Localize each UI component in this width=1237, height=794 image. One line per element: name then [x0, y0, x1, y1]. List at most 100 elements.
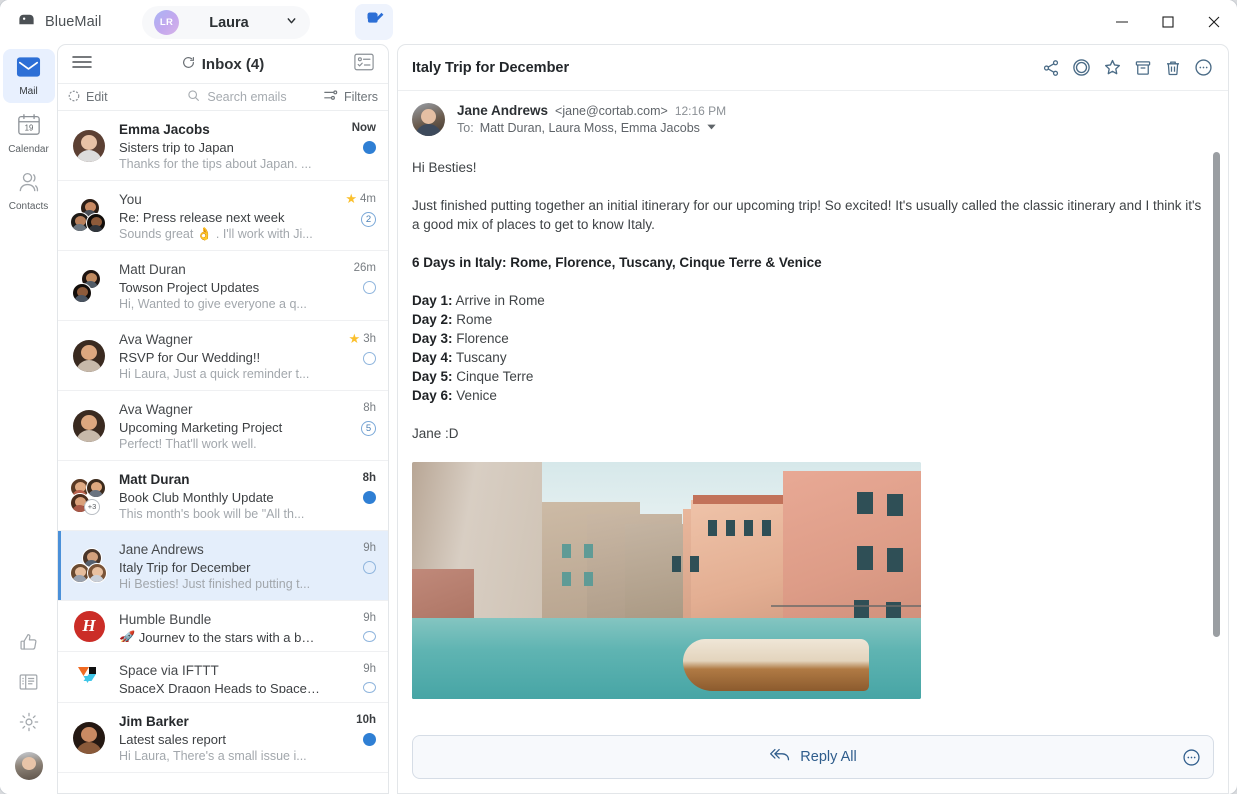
- reply-all-icon: [769, 747, 791, 768]
- message-list[interactable]: Emma Jacobs Sisters trip to Japan Thanks…: [58, 111, 388, 793]
- itinerary-place: Tuscany: [456, 350, 507, 365]
- sender-name: Matt Duran: [119, 471, 320, 488]
- window-controls: [1099, 0, 1237, 44]
- hamburger-icon[interactable]: [72, 55, 92, 74]
- list-item-meta: 10h: [330, 712, 376, 763]
- itinerary-day: Day 4:: [412, 350, 453, 365]
- read-indicator[interactable]: [363, 352, 376, 365]
- list-item[interactable]: You Re: Press release next week Sounds g…: [58, 181, 388, 251]
- thread-count-badge[interactable]: 5: [361, 421, 376, 436]
- reply-all-button[interactable]: Reply All: [412, 735, 1214, 779]
- subject: Sisters trip to Japan: [119, 139, 320, 155]
- brand: BlueMail: [0, 10, 101, 34]
- filters-button[interactable]: Filters: [324, 89, 378, 105]
- thread-count-badge[interactable]: 2: [361, 212, 376, 227]
- account-selector[interactable]: LR Laura: [142, 6, 310, 39]
- list-item[interactable]: +3 Matt Duran Book Club Monthly Update T…: [58, 461, 388, 531]
- sender-name: Matt Duran: [119, 261, 320, 278]
- gear-icon[interactable]: [18, 711, 40, 733]
- list-item-text: Emma Jacobs Sisters trip to Japan Thanks…: [119, 120, 320, 171]
- list-item[interactable]: Matt Duran Towson Project Updates Hi, Wa…: [58, 251, 388, 321]
- list-item[interactable]: Space via IFTTT SpaceX Dragon Heads to S…: [58, 652, 388, 703]
- maximize-button[interactable]: [1145, 0, 1191, 44]
- star-icon[interactable]: ★: [345, 192, 357, 205]
- unread-indicator[interactable]: [363, 491, 376, 504]
- chevron-down-icon: [285, 14, 298, 32]
- reply-all-label: Reply All: [800, 749, 856, 765]
- list-header: Inbox (4): [58, 45, 388, 83]
- contacts-icon: [16, 171, 41, 198]
- sidebar-item-calendar[interactable]: 19 Calendar: [3, 106, 55, 161]
- list-item-text: Humble Bundle 🚀 Journey to the stars wit…: [119, 610, 320, 642]
- venice-canal-photo: [412, 462, 921, 699]
- compose-button[interactable]: [355, 4, 393, 40]
- list-item[interactable]: Ava Wagner Upcoming Marketing Project Pe…: [58, 391, 388, 461]
- subject: Italy Trip for December: [119, 559, 320, 575]
- star-icon[interactable]: ★: [349, 332, 361, 345]
- list-item[interactable]: Jim Barker Latest sales report Hi Laura,…: [58, 703, 388, 773]
- sender-name: Humble Bundle: [119, 611, 320, 628]
- list-item[interactable]: Ava Wagner RSVP for Our Wedding!! Hi Lau…: [58, 321, 388, 391]
- body-signoff: Jane :D: [412, 424, 1202, 443]
- edit-button[interactable]: Edit: [68, 90, 150, 105]
- reply-bar: Reply All: [398, 727, 1228, 793]
- avatar-overflow-badge: +3: [84, 499, 100, 515]
- subject: Upcoming Marketing Project: [119, 419, 320, 435]
- list-item-meta: 8h 5: [330, 400, 376, 451]
- sidebar-item-mail[interactable]: Mail: [3, 49, 55, 103]
- timestamp: 9h: [363, 612, 376, 624]
- close-button[interactable]: [1191, 0, 1237, 44]
- body-heading: 6 Days in Italy: Rome, Florence, Tuscany…: [412, 253, 1202, 272]
- subject: Latest sales report: [119, 731, 320, 747]
- user-avatar[interactable]: [15, 752, 43, 780]
- preview: Hi Besties! Just finished putting t...: [119, 576, 320, 592]
- share-icon[interactable]: [1042, 59, 1060, 77]
- read-indicator[interactable]: [363, 631, 376, 642]
- read-indicator[interactable]: [363, 561, 376, 574]
- archive-icon[interactable]: [1134, 59, 1152, 77]
- itinerary-day: Day 5:: [412, 369, 453, 384]
- list-item-selected[interactable]: Jane Andrews Italy Trip for December Hi …: [58, 531, 388, 601]
- unread-indicator[interactable]: [363, 733, 376, 746]
- avatar: [69, 712, 109, 763]
- sender-details: Jane Andrews <jane@cortab.com> 12:16 PM …: [457, 103, 726, 136]
- refresh-icon[interactable]: [182, 56, 195, 73]
- avatar: [69, 260, 109, 311]
- preview: Hi, Wanted to give everyone a q...: [119, 296, 320, 312]
- list-item-meta: 9h: [330, 540, 376, 591]
- select-mode-icon[interactable]: [354, 53, 374, 76]
- star-icon[interactable]: [1103, 58, 1122, 77]
- thumbs-up-icon[interactable]: [18, 632, 39, 653]
- preview: This month's book will be "All th...: [119, 506, 320, 522]
- read-indicator[interactable]: [363, 281, 376, 294]
- mark-unread-circle-icon[interactable]: [1072, 58, 1091, 77]
- unread-indicator[interactable]: [363, 141, 376, 154]
- minimize-button[interactable]: [1099, 0, 1145, 44]
- avatar: [69, 190, 109, 241]
- news-icon[interactable]: [18, 672, 39, 692]
- more-options-icon[interactable]: [1194, 58, 1213, 77]
- trash-icon[interactable]: [1164, 59, 1182, 77]
- account-name: Laura: [183, 15, 275, 31]
- preview: Hi Laura, Just a quick reminder t...: [119, 366, 320, 382]
- filters-icon: [324, 89, 338, 105]
- read-indicator[interactable]: [363, 682, 376, 693]
- itinerary-place: Arrive in Rome: [456, 293, 545, 308]
- vertical-scrollbar[interactable]: [1213, 152, 1220, 637]
- list-item[interactable]: Emma Jacobs Sisters trip to Japan Thanks…: [58, 111, 388, 181]
- itinerary-row: Day 4: Tuscany: [412, 348, 1202, 367]
- search-input[interactable]: Search emails: [150, 89, 324, 105]
- left-rail: Mail 19 Calendar: [0, 44, 57, 794]
- list-item-meta: 9h: [330, 661, 376, 693]
- inbox-title-group: Inbox (4): [182, 56, 265, 73]
- recipients-row[interactable]: To: Matt Duran, Laura Moss, Emma Jacobs: [457, 121, 726, 135]
- avatar: +3: [69, 470, 109, 521]
- list-item[interactable]: H Humble Bundle 🚀 Journey to the stars w…: [58, 601, 388, 652]
- sidebar-item-contacts[interactable]: Contacts: [3, 164, 55, 218]
- reply-more-options-icon[interactable]: [1182, 748, 1201, 767]
- body-heading-text: 6 Days in Italy: Rome, Florence, Tuscany…: [412, 255, 822, 270]
- recipients: Matt Duran, Laura Moss, Emma Jacobs: [480, 121, 700, 135]
- list-toolbar: Edit Search emails Filters: [58, 83, 388, 111]
- ifttt-logo-icon: [74, 662, 104, 693]
- email-actions: [1042, 58, 1213, 77]
